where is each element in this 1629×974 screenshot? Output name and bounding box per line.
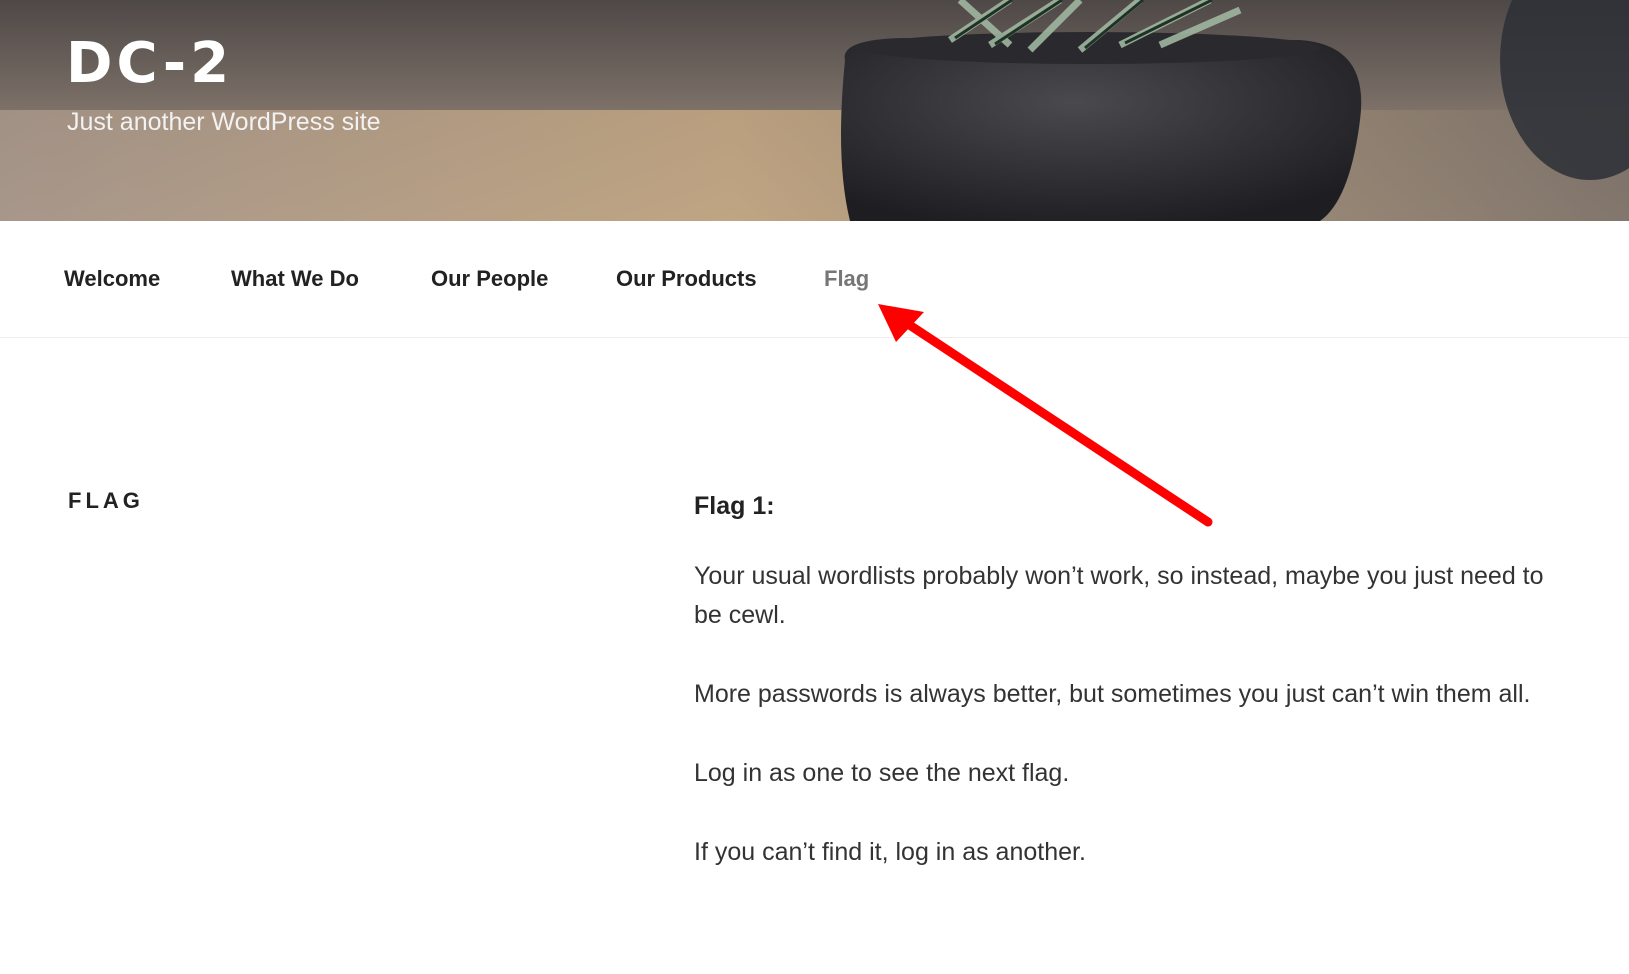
- paragraph-1: Your usual wordlists probably won’t work…: [694, 562, 1544, 629]
- nav-item-what-we-do[interactable]: What We Do: [231, 265, 359, 293]
- site-title[interactable]: DC-2: [66, 32, 233, 96]
- entry-content: Flag 1: Your usual wordlists probably wo…: [694, 480, 1554, 912]
- site-header: DC-2 Just another WordPress site: [0, 0, 1629, 221]
- nav-item-our-people[interactable]: Our People: [431, 265, 548, 293]
- paragraph-4: If you can’t find it, log in as another.: [694, 838, 1086, 866]
- main-navigation: Welcome What We Do Our People Our Produc…: [0, 221, 1629, 338]
- nav-item-welcome[interactable]: Welcome: [64, 265, 160, 293]
- nav-item-flag[interactable]: Flag: [824, 265, 869, 293]
- flag-heading: Flag 1:: [694, 492, 775, 520]
- site-description: Just another WordPress site: [67, 108, 381, 136]
- page-title: FLAG: [68, 488, 144, 513]
- nav-item-our-products[interactable]: Our Products: [616, 265, 757, 293]
- paragraph-2: More passwords is always better, but som…: [694, 680, 1531, 708]
- paragraph-3: Log in as one to see the next flag.: [694, 759, 1070, 787]
